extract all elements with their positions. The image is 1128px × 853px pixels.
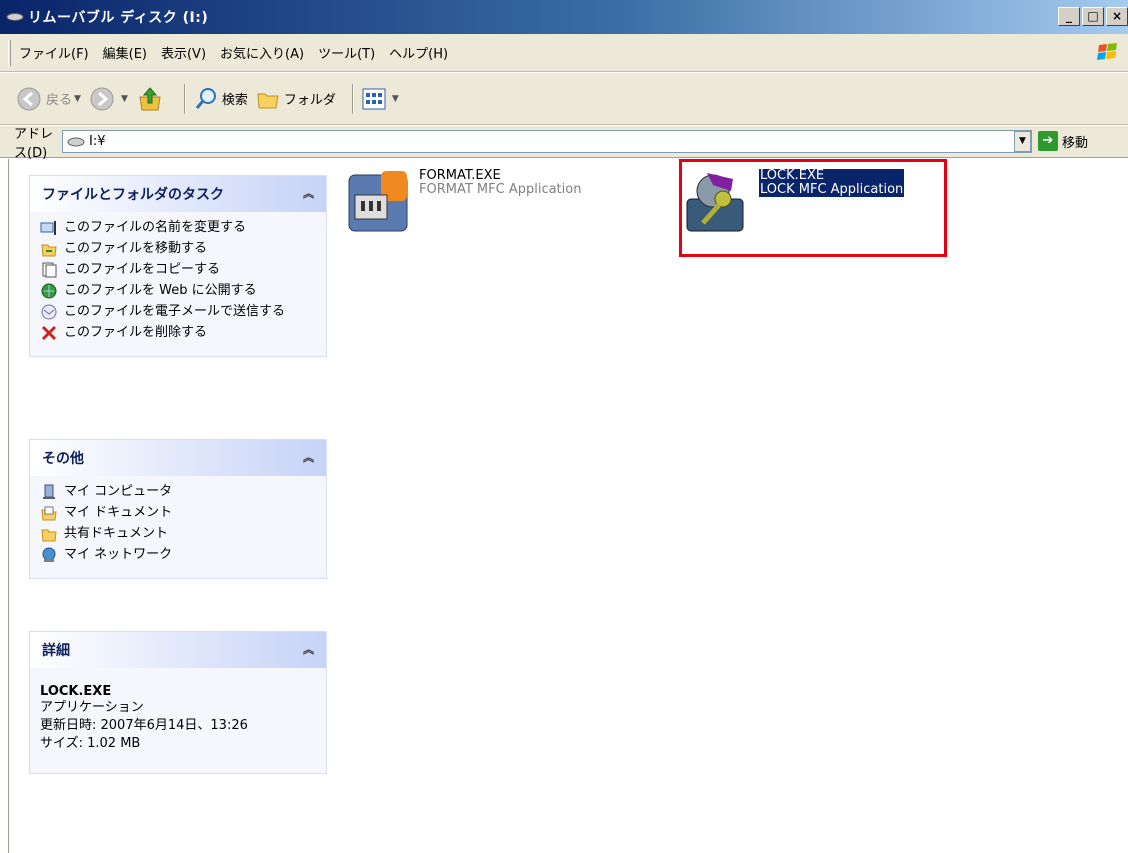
details-panel-title: 詳細 — [42, 643, 70, 659]
back-dropdown-icon[interactable]: ▼ — [74, 94, 81, 104]
search-button[interactable]: 検索 — [194, 87, 248, 111]
task-move[interactable]: このファイルを移動する — [40, 241, 316, 257]
menu-file[interactable]: ファイル(F) — [12, 43, 96, 62]
task-label: このファイルを削除する — [64, 325, 208, 340]
menu-grip — [8, 40, 11, 66]
file-description: FORMAT MFC Application — [419, 182, 582, 197]
menu-edit[interactable]: 編集(E) — [96, 43, 154, 62]
window-title: リムーバブル ディスク (I:) — [28, 10, 209, 26]
forward-arrow-icon — [90, 87, 114, 110]
views-icon — [362, 88, 386, 109]
up-folder-button[interactable] — [136, 85, 168, 113]
other-panel-title: その他 — [42, 451, 84, 467]
place-my-network[interactable]: マイ ネットワーク — [40, 547, 316, 563]
place-my-computer[interactable]: マイ コンピュータ — [40, 484, 316, 500]
go-label: 移動 — [1062, 135, 1089, 151]
detail-file-name: LOCK.EXE — [40, 684, 112, 699]
my-computer-icon — [43, 484, 55, 499]
search-icon — [195, 87, 216, 109]
task-publish[interactable]: このファイルを Web に公開する — [40, 283, 316, 299]
forward-button[interactable]: ▼ — [89, 86, 128, 112]
task-copy[interactable]: このファイルをコピーする — [40, 262, 316, 278]
address-label: アドレス(D) — [14, 126, 54, 161]
detail-modified: 更新日時: 2007年6月14日、13:26 — [40, 718, 248, 733]
back-button[interactable]: 戻る ▼ — [16, 86, 81, 112]
back-label: 戻る — [46, 93, 73, 108]
collapse-chevron-icon[interactable]: ︽ — [303, 185, 314, 201]
task-label: このファイルをコピーする — [64, 262, 221, 277]
maximize-button[interactable]: □ — [1082, 7, 1104, 26]
collapse-chevron-icon[interactable]: ︽ — [303, 641, 314, 657]
back-arrow-icon — [17, 87, 41, 110]
views-dropdown-icon[interactable]: ▼ — [392, 94, 399, 104]
place-label: マイ コンピュータ — [64, 484, 173, 499]
task-label: このファイルを移動する — [64, 241, 208, 256]
toolbar-separator — [351, 83, 354, 114]
highlight-annotation-box — [679, 159, 947, 257]
my-network-icon — [42, 547, 56, 562]
views-button[interactable]: ▼ — [362, 88, 399, 110]
task-label: このファイルの名前を変更する — [64, 220, 247, 235]
menu-tools[interactable]: ツール(T) — [311, 43, 382, 62]
task-rename[interactable]: このファイルの名前を変更する — [40, 220, 316, 236]
removable-drive-icon — [67, 137, 85, 146]
standard-toolbar: 戻る ▼ ▼ 検索 フォルダ ▼ — [0, 73, 1128, 125]
menu-favorites[interactable]: お気に入り(A) — [213, 43, 311, 62]
folder-icon — [257, 93, 279, 108]
my-documents-icon — [41, 506, 57, 521]
place-label: 共有ドキュメント — [64, 526, 169, 541]
other-panel-header[interactable]: その他 ︽ — [30, 440, 326, 476]
move-icon — [41, 244, 57, 257]
address-dropdown-icon[interactable]: ▼ — [1014, 131, 1031, 152]
search-label: 検索 — [221, 93, 248, 108]
format-app-icon — [348, 171, 408, 232]
email-icon — [41, 304, 57, 320]
file-name: FORMAT.EXE — [419, 168, 501, 183]
other-places-panel: その他 ︽ マイ コンピュータ マイ ドキュメント 共有ドキュメント マイ ネッ… — [29, 439, 327, 579]
place-shared-documents[interactable]: 共有ドキュメント — [40, 526, 316, 542]
close-button[interactable]: × — [1106, 7, 1128, 26]
address-value: I:¥ — [89, 134, 106, 149]
windows-logo-icon — [1097, 43, 1117, 60]
content-area: ファイルとフォルダのタスク ︽ このファイルの名前を変更する このファイルを移動… — [8, 159, 1128, 853]
address-bar: アドレス(D) I:¥ ▼ ➔ 移動 — [0, 126, 1128, 161]
folders-button[interactable]: フォルダ — [256, 87, 336, 111]
task-label: このファイルを電子メールで送信する — [64, 304, 286, 319]
go-button[interactable]: ➔ 移動 — [1038, 131, 1088, 151]
task-label: このファイルを Web に公開する — [64, 283, 257, 298]
details-panel: 詳細 ︽ LOCK.EXE アプリケーション 更新日時: 2007年6月14日、… — [29, 631, 327, 774]
task-delete[interactable]: このファイルを削除する — [40, 325, 316, 341]
menu-bar: ファイル(F) 編集(E) 表示(V) お気に入り(A) ツール(T) ヘルプ(… — [0, 34, 1128, 72]
place-label: マイ ネットワーク — [64, 547, 173, 562]
file-item[interactable]: FORMAT.EXE FORMAT MFC Application — [345, 169, 581, 235]
forward-dropdown-icon[interactable]: ▼ — [121, 94, 128, 104]
collapse-chevron-icon[interactable]: ︽ — [303, 449, 314, 465]
rename-icon — [40, 221, 56, 235]
shared-folder-icon — [41, 529, 57, 542]
tasks-panel-header[interactable]: ファイルとフォルダのタスク ︽ — [30, 176, 326, 212]
details-panel-header[interactable]: 詳細 ︽ — [30, 632, 326, 668]
task-email[interactable]: このファイルを電子メールで送信する — [40, 304, 316, 320]
publish-web-icon — [41, 283, 57, 299]
folders-label: フォルダ — [283, 93, 336, 108]
place-my-documents[interactable]: マイ ドキュメント — [40, 505, 316, 521]
delete-icon — [41, 325, 57, 341]
removable-drive-icon — [6, 13, 24, 21]
tasks-panel-title: ファイルとフォルダのタスク — [42, 187, 224, 203]
toolbar-separator — [183, 83, 186, 114]
detail-size: サイズ: 1.02 MB — [40, 736, 141, 751]
title-bar: リムーバブル ディスク (I:) _ □ × — [0, 0, 1128, 34]
place-label: マイ ドキュメント — [64, 505, 173, 520]
go-arrow-icon: ➔ — [1038, 131, 1058, 151]
minimize-button[interactable]: _ — [1058, 7, 1080, 26]
address-input[interactable]: I:¥ — [62, 130, 1032, 153]
menu-view[interactable]: 表示(V) — [154, 43, 213, 62]
up-folder-icon — [139, 86, 161, 110]
menu-help[interactable]: ヘルプ(H) — [382, 43, 455, 62]
copy-icon — [42, 262, 57, 278]
detail-file-type: アプリケーション — [40, 700, 144, 715]
tasks-panel: ファイルとフォルダのタスク ︽ このファイルの名前を変更する このファイルを移動… — [29, 175, 327, 357]
